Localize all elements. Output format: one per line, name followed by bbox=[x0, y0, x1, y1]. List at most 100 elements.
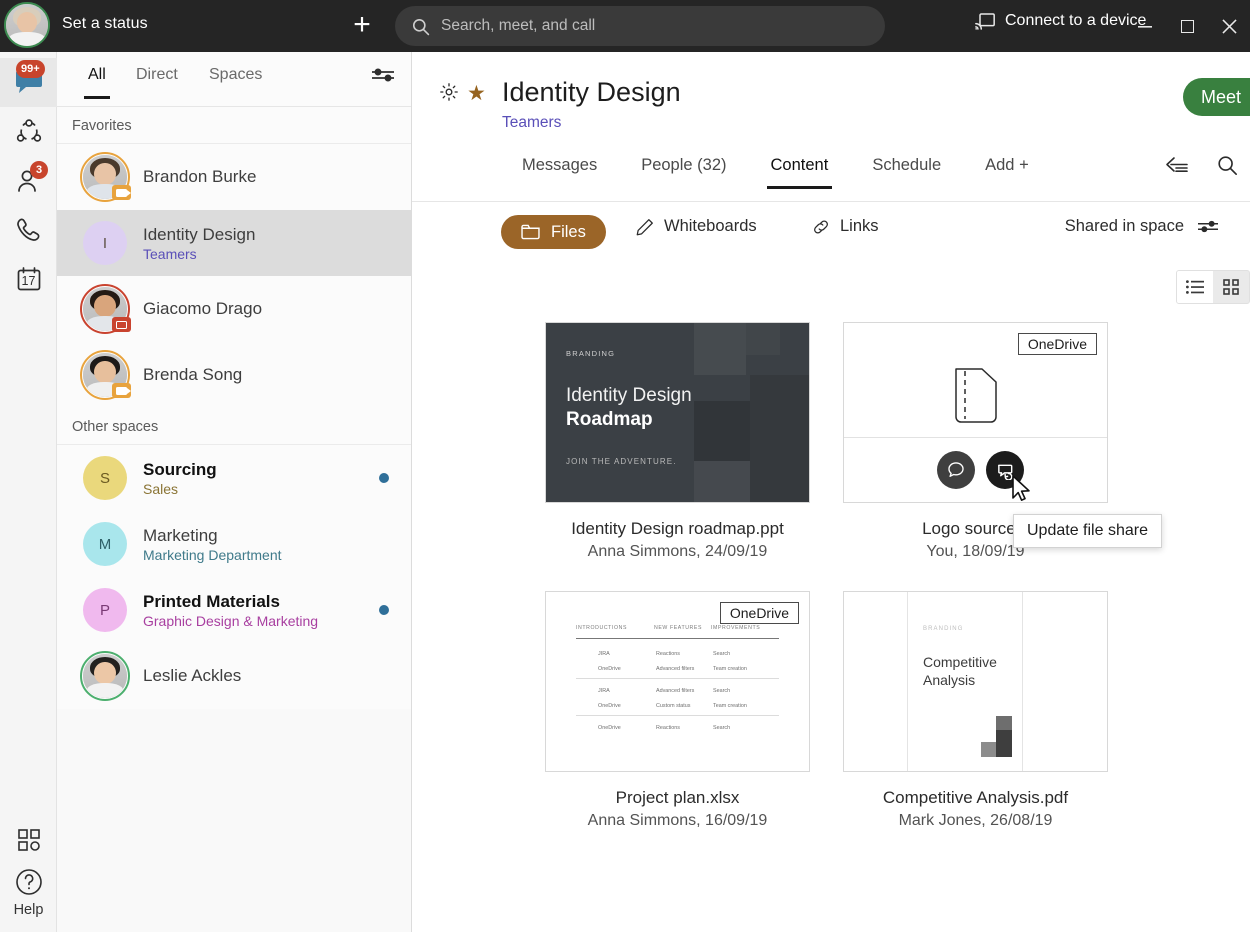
file-meta: Anna Simmons, 16/09/19 bbox=[587, 812, 768, 829]
preview-cell: Search bbox=[713, 725, 731, 731]
list-filter-tabs: All Direct Spaces bbox=[57, 52, 411, 107]
preview-kicker: BRANDING bbox=[923, 626, 964, 632]
help-label: Help bbox=[13, 902, 44, 918]
folder-icon bbox=[521, 224, 540, 240]
space-subtitle[interactable]: Teamers bbox=[502, 114, 561, 132]
filter-whiteboards-button[interactable]: Whiteboards bbox=[636, 217, 757, 236]
list-item-name: Sourcing bbox=[143, 459, 217, 479]
filter-files-button[interactable]: Files bbox=[501, 215, 606, 249]
list-item-name: Giacomo Drago bbox=[143, 299, 263, 318]
rail-item-spaces[interactable] bbox=[0, 107, 57, 156]
file-thumbnail[interactable]: OneDrive bbox=[843, 322, 1108, 503]
preview-col-header: NEW FEATURES bbox=[654, 625, 703, 631]
list-filter-icon[interactable] bbox=[372, 68, 394, 82]
file-card-competitive-analysis[interactable]: BRANDING Competitive Analysis Competitive… bbox=[843, 591, 1108, 830]
tab-people[interactable]: People (32) bbox=[619, 156, 748, 189]
cast-icon bbox=[975, 12, 995, 30]
tab-add[interactable]: Add + bbox=[963, 156, 1051, 189]
file-card-roadmap[interactable]: BRANDING Identity Design Roadmap JOIN TH… bbox=[545, 322, 810, 561]
messages-badge: 99+ bbox=[16, 60, 45, 78]
preview-cell: OneDrive bbox=[598, 666, 621, 672]
shared-in-space-filter[interactable]: Shared in space bbox=[1065, 217, 1218, 236]
tab-direct[interactable]: Direct bbox=[136, 66, 178, 84]
tab-spaces[interactable]: Spaces bbox=[209, 66, 262, 84]
filter-whiteboards-label: Whiteboards bbox=[664, 217, 757, 235]
list-item-sub: Teamers bbox=[143, 245, 197, 262]
rail-item-contacts[interactable]: 3 bbox=[0, 156, 57, 205]
list-item-identity-design[interactable]: I Identity Design Teamers bbox=[57, 210, 411, 276]
minimize-button[interactable] bbox=[1124, 0, 1166, 52]
preview-title-line2: Analysis bbox=[923, 671, 976, 688]
connect-to-device-button[interactable]: Connect to a device bbox=[975, 12, 1146, 30]
set-status-button[interactable]: Set a status bbox=[62, 15, 148, 33]
list-item-sourcing[interactable]: S Sourcing Sales bbox=[57, 445, 411, 511]
file-card-project-plan[interactable]: OneDrive INTRODUCTIONS NEW FEATURES IMPR… bbox=[545, 591, 810, 830]
top-bar: Set a status + Search, meet, and call Co… bbox=[0, 0, 1250, 52]
preview-title-line1: Competitive bbox=[923, 654, 997, 670]
tab-content[interactable]: Content bbox=[749, 156, 851, 189]
preview-cell: Team creation bbox=[713, 666, 747, 672]
file-name: Project plan.xlsx bbox=[615, 788, 740, 807]
calendar-day-number: 17 bbox=[21, 273, 36, 288]
reply-icon[interactable] bbox=[1164, 155, 1190, 175]
tab-messages[interactable]: Messages bbox=[500, 156, 619, 189]
file-thumbnail[interactable]: BRANDING Competitive Analysis bbox=[843, 591, 1108, 772]
avatar bbox=[80, 350, 131, 400]
avatar: S bbox=[83, 456, 127, 500]
filter-links-button[interactable]: Links bbox=[812, 217, 879, 236]
avatar-initial: S bbox=[83, 456, 127, 500]
file-thumbnail[interactable]: BRANDING Identity Design Roadmap JOIN TH… bbox=[545, 322, 810, 503]
rail-item-apps[interactable] bbox=[0, 815, 57, 864]
page-title: Identity Design bbox=[502, 77, 681, 107]
other-spaces-header: Other spaces bbox=[57, 408, 411, 445]
preview-cell: Search bbox=[713, 688, 731, 694]
tab-schedule[interactable]: Schedule bbox=[850, 156, 963, 189]
close-button[interactable] bbox=[1208, 0, 1250, 52]
list-item[interactable]: Brenda Song bbox=[57, 342, 411, 408]
preview-cell: Advanced filters bbox=[656, 666, 695, 672]
spreadsheet-preview: OneDrive INTRODUCTIONS NEW FEATURES IMPR… bbox=[546, 592, 809, 771]
comment-file-button[interactable] bbox=[937, 451, 975, 489]
search-icon[interactable] bbox=[1216, 154, 1244, 176]
user-avatar[interactable] bbox=[4, 2, 50, 48]
grid-view-button[interactable] bbox=[1213, 271, 1249, 303]
favorites-header: Favorites bbox=[57, 107, 411, 144]
preview-cell: JIRA bbox=[598, 688, 610, 694]
apps-grid-icon bbox=[16, 827, 42, 853]
list-item[interactable]: Giacomo Drago bbox=[57, 276, 411, 342]
list-item[interactable]: Leslie Ackles bbox=[57, 643, 411, 709]
rail-item-calls[interactable] bbox=[0, 205, 57, 254]
search-placeholder: Search, meet, and call bbox=[441, 17, 596, 34]
file-grid: BRANDING Identity Design Roadmap JOIN TH… bbox=[545, 322, 1245, 860]
unread-dot bbox=[379, 605, 389, 615]
gear-icon[interactable] bbox=[439, 82, 459, 102]
list-item[interactable]: Brandon Burke bbox=[57, 144, 411, 210]
preview-title: Competitive Analysis bbox=[923, 654, 997, 689]
maximize-button[interactable] bbox=[1166, 0, 1208, 52]
rail-item-help[interactable] bbox=[0, 864, 57, 900]
tab-all[interactable]: All bbox=[84, 66, 110, 99]
rail-item-calendar[interactable]: 17 bbox=[0, 254, 57, 303]
unread-dot bbox=[379, 473, 389, 483]
file-card-logo-source[interactable]: OneDrive Logo source fi You, 18/09/19 Up… bbox=[843, 322, 1162, 561]
preview-cell: Team creation bbox=[713, 703, 747, 709]
sort-filter-icon bbox=[1198, 220, 1218, 233]
list-item-name: Brenda Song bbox=[143, 365, 243, 384]
favorite-star-icon[interactable]: ★ bbox=[467, 83, 486, 104]
search-input[interactable]: Search, meet, and call bbox=[395, 6, 885, 46]
meet-button[interactable]: Meet bbox=[1183, 78, 1250, 116]
pdf-preview: BRANDING Competitive Analysis bbox=[844, 592, 1107, 771]
window-controls bbox=[1124, 0, 1250, 52]
preview-title-line1: Identity Design bbox=[566, 385, 692, 406]
phone-icon bbox=[15, 216, 43, 244]
help-icon bbox=[14, 867, 44, 897]
list-item-printed-materials[interactable]: P Printed Materials Graphic Design & Mar… bbox=[57, 577, 411, 643]
preview-rule bbox=[576, 638, 779, 639]
roadmap-preview: BRANDING Identity Design Roadmap JOIN TH… bbox=[546, 323, 809, 502]
rail-item-messages[interactable]: 99+ bbox=[0, 58, 57, 107]
list-item-marketing[interactable]: M Marketing Marketing Department bbox=[57, 511, 411, 577]
avatar-photo bbox=[6, 4, 48, 46]
new-item-plus-icon[interactable]: + bbox=[347, 10, 377, 41]
list-view-button[interactable] bbox=[1177, 271, 1213, 303]
file-thumbnail[interactable]: OneDrive INTRODUCTIONS NEW FEATURES IMPR… bbox=[545, 591, 810, 772]
